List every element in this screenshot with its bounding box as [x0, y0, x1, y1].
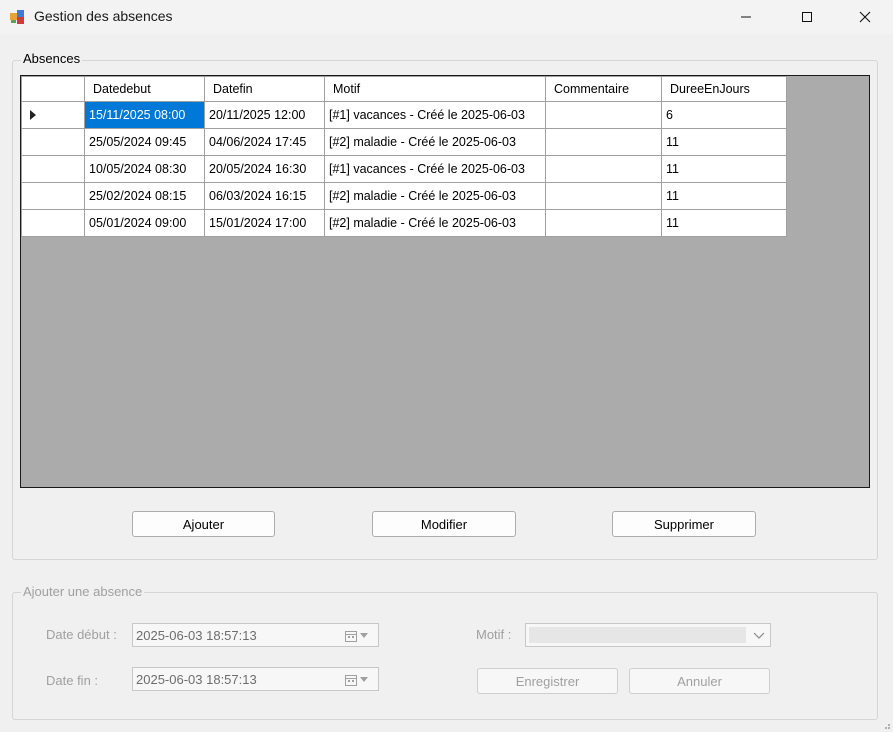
date-fin-label: Date fin : [46, 673, 99, 688]
cell-datedebut[interactable]: 25/02/2024 08:15 [84, 182, 205, 210]
cell-motif[interactable]: [#1] vacances - Créé le 2025-06-03 [324, 155, 546, 183]
date-fin-value: 2025-06-03 18:57:13 [136, 672, 257, 687]
cell-motif[interactable]: [#2] maladie - Créé le 2025-06-03 [324, 182, 546, 210]
cell-datefin[interactable]: 06/03/2024 16:15 [204, 182, 325, 210]
date-debut-value: 2025-06-03 18:57:13 [136, 628, 257, 643]
cell-motif[interactable]: [#2] maladie - Créé le 2025-06-03 [324, 128, 546, 156]
cell-commentaire[interactable] [545, 209, 662, 237]
grid-corner-header[interactable] [21, 76, 85, 102]
cell-datefin[interactable]: 20/05/2024 16:30 [204, 155, 325, 183]
absences-grid[interactable]: Datedebut Datefin Motif Commentaire Dure… [20, 75, 870, 488]
cell-commentaire[interactable] [545, 101, 662, 129]
cell-dureeenjours[interactable]: 11 [661, 128, 787, 156]
table-row[interactable]: 05/01/2024 09:00 15/01/2024 17:00 [#2] m… [21, 209, 787, 237]
cell-dureeenjours[interactable]: 11 [661, 209, 787, 237]
column-header-motif[interactable]: Motif [324, 76, 546, 102]
cell-datedebut[interactable]: 10/05/2024 08:30 [84, 155, 205, 183]
row-header[interactable] [21, 182, 85, 210]
absences-legend: Absences [21, 51, 83, 66]
column-header-dureeenjours[interactable]: DureeEnJours [661, 76, 787, 102]
app-icon [10, 10, 24, 24]
cell-datefin[interactable]: 04/06/2024 17:45 [204, 128, 325, 156]
add-absence-legend: Ajouter une absence [21, 584, 145, 599]
cell-commentaire[interactable] [545, 182, 662, 210]
motif-value [529, 627, 746, 643]
table-row[interactable]: 15/11/2025 08:00 20/11/2025 12:00 [#1] v… [21, 101, 787, 129]
column-header-commentaire[interactable]: Commentaire [545, 76, 662, 102]
cell-commentaire[interactable] [545, 155, 662, 183]
date-fin-picker[interactable]: 2025-06-03 18:57:13 [132, 667, 379, 691]
add-absence-groupbox [12, 592, 878, 720]
table-row[interactable]: 10/05/2024 08:30 20/05/2024 16:30 [#1] v… [21, 155, 787, 183]
enregistrer-button[interactable]: Enregistrer [477, 668, 618, 694]
annuler-button[interactable]: Annuler [629, 668, 770, 694]
row-header[interactable] [21, 155, 85, 183]
column-header-datedebut[interactable]: Datedebut [84, 76, 205, 102]
maximize-icon [802, 12, 812, 22]
maximize-button[interactable] [784, 0, 830, 34]
table-row[interactable]: 25/05/2024 09:45 04/06/2024 17:45 [#2] m… [21, 128, 787, 156]
calendar-dropdown-icon[interactable] [344, 673, 370, 687]
cell-datedebut[interactable]: 15/11/2025 08:00 [84, 101, 205, 129]
date-debut-label: Date début : [46, 627, 117, 642]
cell-dureeenjours[interactable]: 6 [661, 101, 787, 129]
calendar-dropdown-icon[interactable] [344, 629, 370, 643]
row-header[interactable] [21, 209, 85, 237]
column-header-datefin[interactable]: Datefin [204, 76, 325, 102]
cell-motif[interactable]: [#1] vacances - Créé le 2025-06-03 [324, 101, 546, 129]
current-row-arrow-icon [30, 109, 36, 120]
grid-header-row: Datedebut Datefin Motif Commentaire Dure… [21, 76, 787, 102]
ajouter-button[interactable]: Ajouter [132, 511, 275, 537]
close-button[interactable] [842, 0, 888, 34]
cell-datefin[interactable]: 15/01/2024 17:00 [204, 209, 325, 237]
row-header[interactable] [21, 101, 85, 129]
cell-datefin[interactable]: 20/11/2025 12:00 [204, 101, 325, 129]
title-bar: Gestion des absences [0, 0, 893, 34]
motif-combobox[interactable] [525, 623, 771, 647]
absences-table: Datedebut Datefin Motif Commentaire Dure… [21, 76, 787, 237]
table-row[interactable]: 25/02/2024 08:15 06/03/2024 16:15 [#2] m… [21, 182, 787, 210]
resize-grip-icon[interactable] [881, 720, 891, 730]
cell-commentaire[interactable] [545, 128, 662, 156]
cell-dureeenjours[interactable]: 11 [661, 182, 787, 210]
window-title: Gestion des absences [34, 8, 173, 24]
supprimer-button[interactable]: Supprimer [612, 511, 756, 537]
modifier-button[interactable]: Modifier [372, 511, 516, 537]
date-debut-picker[interactable]: 2025-06-03 18:57:13 [132, 623, 379, 647]
cell-dureeenjours[interactable]: 11 [661, 155, 787, 183]
close-icon [859, 11, 871, 23]
motif-label: Motif : [476, 627, 512, 642]
cell-datedebut[interactable]: 05/01/2024 09:00 [84, 209, 205, 237]
minimize-button[interactable] [723, 0, 769, 34]
minimize-icon [741, 16, 751, 18]
cell-datedebut[interactable]: 25/05/2024 09:45 [84, 128, 205, 156]
row-header[interactable] [21, 128, 85, 156]
chevron-down-icon [753, 632, 765, 639]
cell-motif[interactable]: [#2] maladie - Créé le 2025-06-03 [324, 209, 546, 237]
